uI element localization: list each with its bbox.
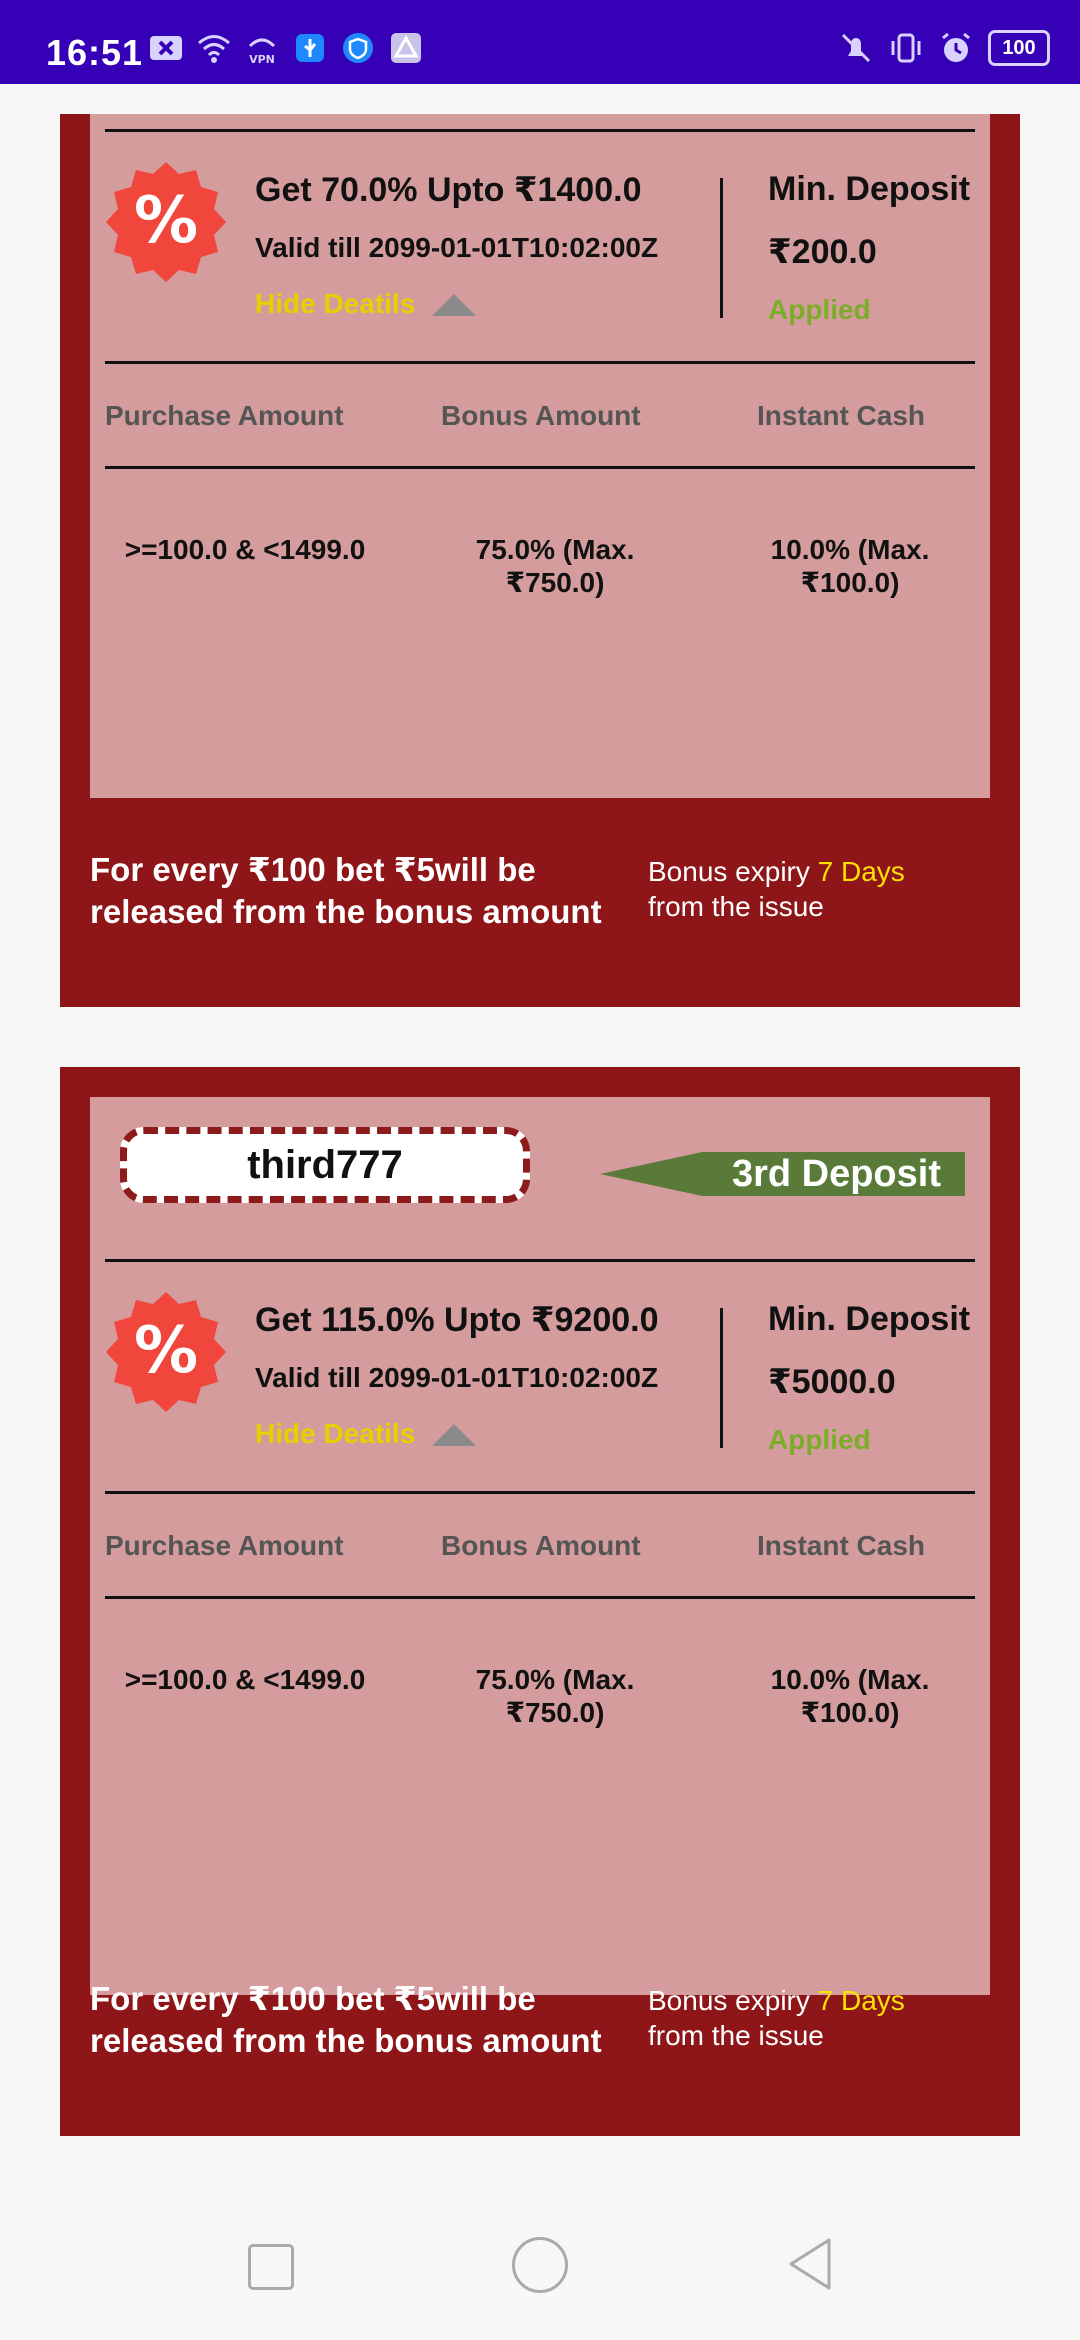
cell-cash-line1: 10.0% (Max. bbox=[770, 1664, 930, 1695]
deposit-tag: 3rd Deposit bbox=[600, 1152, 965, 1196]
coupon-code-box[interactable]: third777 bbox=[120, 1127, 530, 1203]
offer-title: Get 70.0% Upto ₹1400.0 bbox=[255, 171, 642, 209]
expiry-suffix: from the issue bbox=[648, 2020, 824, 2051]
divider bbox=[105, 129, 975, 132]
vibrate-icon bbox=[891, 33, 921, 63]
bonus-release-text: For every ₹100 bet ₹5will be released fr… bbox=[90, 851, 602, 930]
bonus-card-body: % Get 70.0% Upto ₹1400.0 Valid till 2099… bbox=[90, 114, 990, 798]
cell-instant-cash: 10.0% (Max. ₹100.0) bbox=[715, 1664, 985, 1729]
expiry-prefix: Bonus expiry bbox=[648, 1985, 818, 2016]
bonus-card: third777 3rd Deposit % Get 115.0% Upto ₹… bbox=[60, 1067, 1020, 2136]
mute-icon bbox=[841, 33, 871, 63]
table-header-cash: Instant Cash bbox=[757, 400, 926, 431]
status-right-icons: 100 bbox=[838, 30, 1050, 66]
bonus-expiry-text: Bonus expiry 7 Days from the issue bbox=[648, 1983, 988, 2053]
status-applied: Applied bbox=[768, 294, 871, 325]
cell-bonus-line1: 75.0% (Max. bbox=[475, 534, 635, 565]
cell-purchase-amount: >=100.0 & <1499.0 bbox=[124, 1664, 366, 1695]
battery-icon: 100 bbox=[988, 30, 1050, 66]
shield-icon bbox=[343, 33, 373, 63]
cell-bonus-line1: 75.0% (Max. bbox=[475, 1664, 635, 1695]
cell-cash-line1: 10.0% (Max. bbox=[770, 534, 930, 565]
bonus-card: % Get 70.0% Upto ₹1400.0 Valid till 2099… bbox=[60, 114, 1020, 1007]
status-applied: Applied bbox=[768, 1424, 871, 1455]
bonus-expiry-text: Bonus expiry 7 Days from the issue bbox=[648, 854, 988, 924]
min-deposit-label: Min. Deposit bbox=[768, 1300, 971, 1338]
table-header-purchase: Purchase Amount bbox=[105, 400, 344, 431]
divider bbox=[105, 361, 975, 364]
divider bbox=[105, 1596, 975, 1599]
cell-cash-line2: ₹100.0) bbox=[800, 1697, 900, 1728]
min-deposit-value: ₹200.0 bbox=[768, 233, 877, 271]
percent-badge-icon: % bbox=[106, 1292, 226, 1412]
cell-bonus-line2: ₹750.0) bbox=[505, 567, 605, 598]
vertical-divider bbox=[720, 178, 723, 318]
table-header-bonus: Bonus Amount bbox=[441, 1530, 641, 1561]
bonus-release-text: For every ₹100 bet ₹5will be released fr… bbox=[90, 1980, 602, 2059]
expiry-days: 7 Days bbox=[817, 856, 905, 887]
close-box-icon bbox=[150, 36, 182, 60]
expiry-prefix: Bonus expiry bbox=[648, 856, 818, 887]
min-deposit-value: ₹5000.0 bbox=[768, 1363, 896, 1401]
svg-text:VPN: VPN bbox=[249, 53, 275, 66]
vertical-divider bbox=[720, 1308, 723, 1448]
table-header-cash: Instant Cash bbox=[757, 1530, 926, 1561]
cell-instant-cash: 10.0% (Max. ₹100.0) bbox=[715, 534, 985, 599]
divider bbox=[105, 1259, 975, 1262]
offer-validity: Valid till 2099-01-01T10:02:00Z bbox=[255, 232, 659, 263]
cell-bonus-amount: 75.0% (Max. ₹750.0) bbox=[420, 1664, 690, 1729]
min-deposit-label: Min. Deposit bbox=[768, 170, 971, 208]
offer-title: Get 115.0% Upto ₹9200.0 bbox=[255, 1301, 659, 1339]
svg-text:%: % bbox=[134, 184, 198, 258]
cell-cash-line2: ₹100.0) bbox=[800, 567, 900, 598]
home-circle-icon[interactable] bbox=[512, 2237, 568, 2293]
hide-details-link[interactable]: Hide Deatils bbox=[255, 1418, 415, 1450]
caret-up-icon[interactable] bbox=[432, 294, 476, 316]
status-left-icons: VPN bbox=[148, 30, 424, 66]
expiry-days: 7 Days bbox=[817, 1985, 905, 2016]
table-header-bonus: Bonus Amount bbox=[441, 400, 641, 431]
cell-bonus-amount: 75.0% (Max. ₹750.0) bbox=[420, 534, 690, 599]
table-header-purchase: Purchase Amount bbox=[105, 1530, 344, 1561]
bonus-card-body: third777 3rd Deposit % Get 115.0% Upto ₹… bbox=[90, 1097, 990, 1995]
svg-text:%: % bbox=[134, 1314, 198, 1388]
alarm-icon bbox=[942, 32, 970, 62]
expiry-suffix: from the issue bbox=[648, 891, 824, 922]
back-triangle-icon[interactable] bbox=[785, 2236, 835, 2292]
caret-up-icon[interactable] bbox=[432, 1424, 476, 1446]
usb-icon bbox=[296, 34, 324, 62]
percent-badge-icon: % bbox=[106, 162, 226, 282]
hide-details-link[interactable]: Hide Deatils bbox=[255, 288, 415, 320]
drive-icon bbox=[391, 33, 421, 63]
divider bbox=[105, 466, 975, 469]
status-time: 16:51 bbox=[46, 32, 144, 73]
system-nav-bar bbox=[0, 2180, 1080, 2340]
cell-bonus-line2: ₹750.0) bbox=[505, 1697, 605, 1728]
divider bbox=[105, 1491, 975, 1494]
wifi-icon bbox=[198, 35, 230, 63]
vpn-icon: VPN bbox=[248, 38, 276, 66]
recents-square-icon[interactable] bbox=[248, 2244, 294, 2290]
cell-purchase-amount: >=100.0 & <1499.0 bbox=[124, 534, 366, 565]
offer-validity: Valid till 2099-01-01T10:02:00Z bbox=[255, 1362, 659, 1393]
status-bar: 16:51 VPN 100 bbox=[0, 0, 1080, 84]
